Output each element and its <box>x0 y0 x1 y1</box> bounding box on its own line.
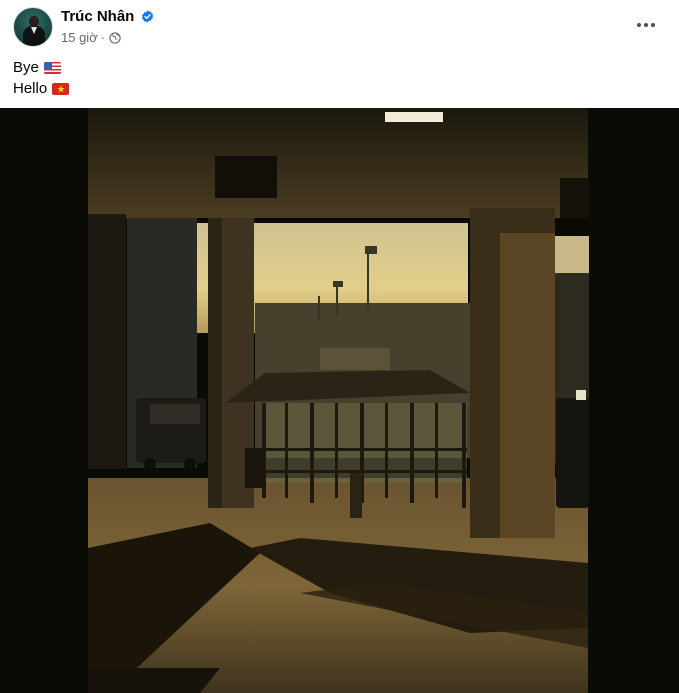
post-timestamp[interactable]: 15 giờ <box>61 30 98 46</box>
vietnam-flag-icon <box>52 82 70 95</box>
us-flag-icon <box>43 61 61 74</box>
post-meta: 15 giờ · <box>61 30 121 46</box>
post-line-text: Bye <box>13 59 39 76</box>
meta-separator: · <box>100 30 106 45</box>
post-line-hello: Hello <box>13 78 70 99</box>
post-text: Bye Hello <box>13 57 70 99</box>
more-options-icon <box>637 23 641 27</box>
more-options-button[interactable] <box>629 10 663 40</box>
post-line-text: Hello <box>13 80 48 97</box>
post-line-bye: Bye <box>13 57 69 78</box>
verified-badge-icon <box>141 10 154 23</box>
post-photo[interactable] <box>0 108 679 693</box>
globe-icon[interactable] <box>109 32 121 44</box>
author-avatar[interactable] <box>13 7 53 47</box>
author-name[interactable]: Trúc Nhân <box>61 8 134 26</box>
post-header: Trúc Nhân 15 giờ · <box>0 0 679 52</box>
terminal-sunset-photo <box>0 108 679 693</box>
